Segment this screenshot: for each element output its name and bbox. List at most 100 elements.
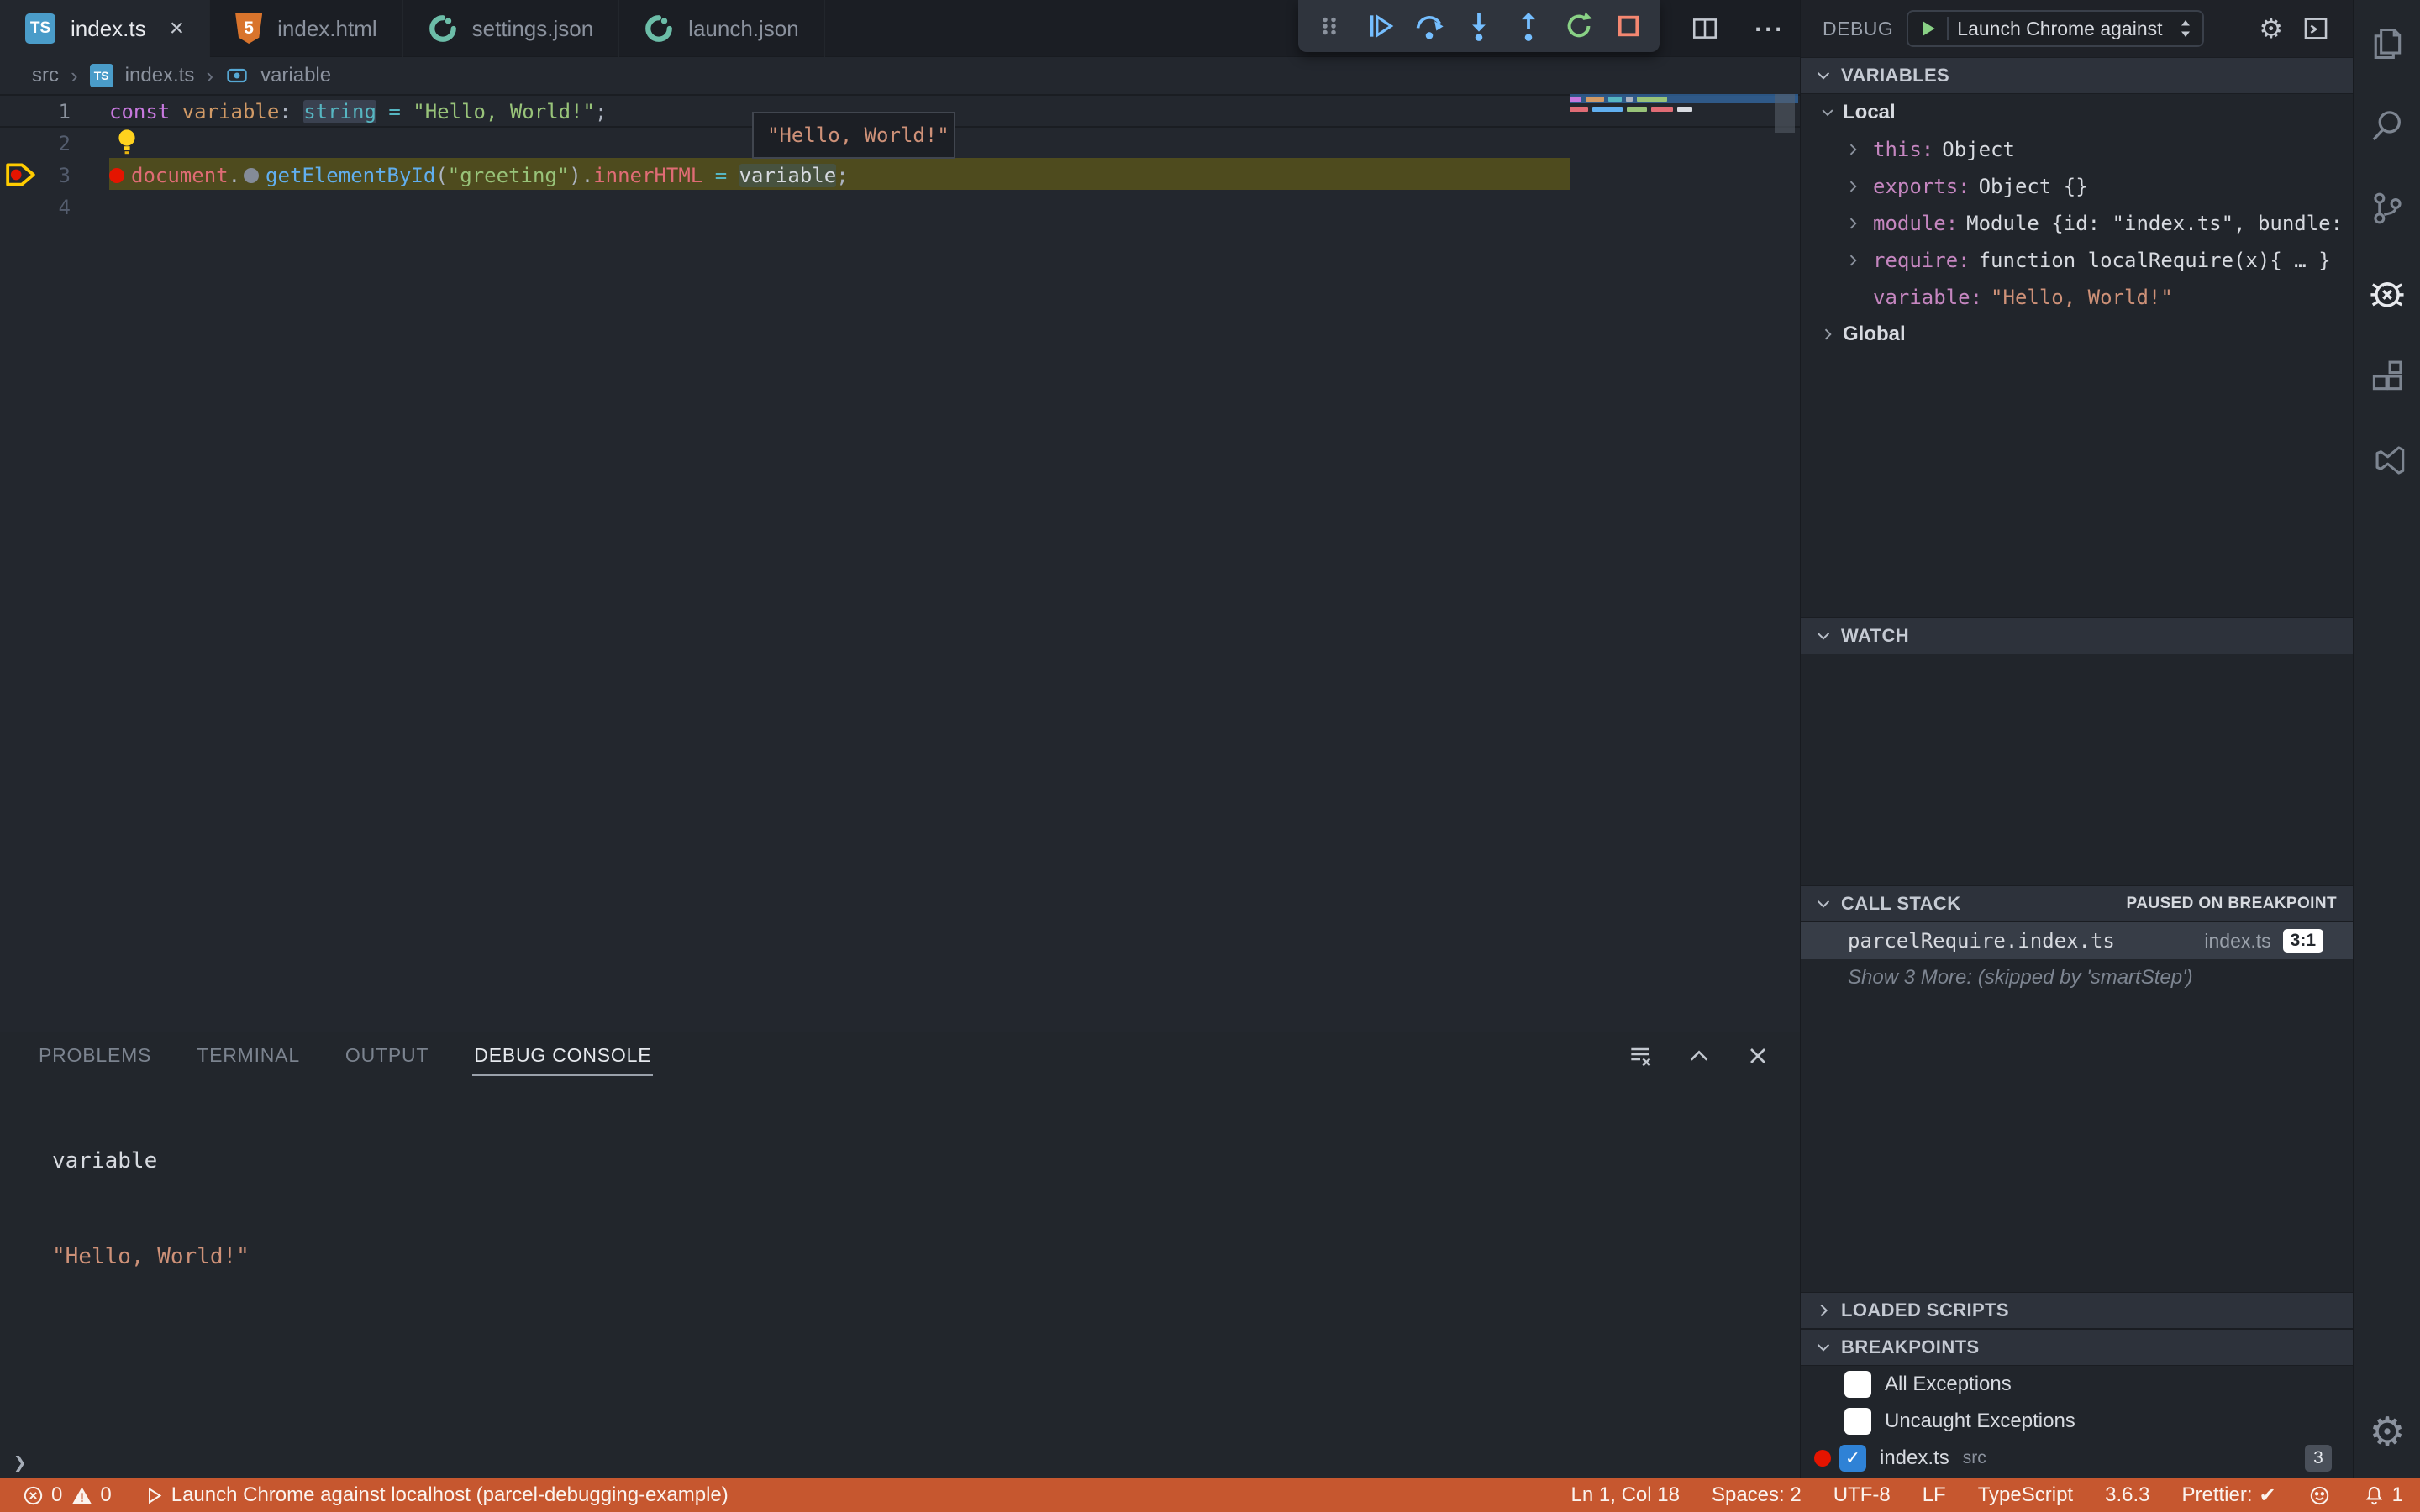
variable-value: "Hello, World!" [1991, 286, 2173, 309]
section-title: WATCH [1841, 625, 1910, 646]
stack-frame[interactable]: parcelRequire.index.ts index.ts 3:1 [1801, 922, 2354, 959]
step-over-button[interactable] [1411, 8, 1448, 45]
explorer-icon[interactable] [2354, 3, 2420, 84]
notifications-bell[interactable]: 1 [2363, 1483, 2403, 1507]
warnings-status[interactable]: 0 [71, 1483, 112, 1507]
breakpoint-uncaught-exceptions[interactable]: Uncaught Exceptions [1801, 1403, 2354, 1440]
breadcrumb-file[interactable]: index.ts [125, 64, 195, 87]
typescript-version[interactable]: 3.6.3 [2105, 1483, 2149, 1507]
inline-breakpoint-icon[interactable] [109, 168, 124, 183]
visual-studio-extension-icon[interactable] [2354, 420, 2420, 501]
formatter-status[interactable]: Prettier: ✔ [2182, 1483, 2276, 1508]
debug-settings-gear-icon[interactable]: ⚙ [2259, 13, 2283, 45]
type-token-highlighted: string [303, 100, 376, 123]
source-control-icon[interactable] [2354, 168, 2420, 249]
activity-bar: ⚙ [2353, 0, 2420, 1478]
variable-value: Object [1942, 138, 2015, 161]
lightbulb-icon[interactable] [114, 128, 139, 158]
editor-scrollbar[interactable] [1775, 94, 1795, 133]
tab-label: index.ts [71, 15, 146, 41]
launch-configuration-dropdown[interactable]: Launch Chrome against local [1907, 10, 2205, 47]
checkbox-unchecked[interactable] [1844, 1371, 1871, 1398]
variable-variable[interactable]: variable: "Hello, World!" [1801, 279, 2354, 316]
drag-handle-icon[interactable] [1311, 8, 1348, 45]
minimap[interactable] [1570, 96, 1770, 146]
call-stack-section-header[interactable]: CALL STACK PAUSED ON BREAKPOINT [1801, 885, 2354, 922]
scope-local[interactable]: Local [1801, 94, 2354, 131]
extensions-icon[interactable] [2354, 336, 2420, 417]
bottom-panel: PROBLEMS TERMINAL OUTPUT DEBUG CONSOLE v… [0, 1032, 1800, 1478]
loaded-scripts-section-header[interactable]: LOADED SCRIPTS [1801, 1292, 2354, 1329]
breakpoint-index-ts[interactable]: ✓ index.ts src 3 [1801, 1440, 2354, 1477]
encoding[interactable]: UTF-8 [1833, 1483, 1891, 1507]
string-token: "greeting" [447, 164, 570, 187]
tab-label: launch.json [688, 15, 799, 41]
chevron-right-icon [1849, 218, 1857, 229]
breakpoint-all-exceptions[interactable]: All Exceptions [1801, 1366, 2354, 1403]
launch-status[interactable]: Launch Chrome against localhost (parcel-… [142, 1483, 729, 1507]
variable-token: variable [182, 100, 280, 123]
chevron-down-icon [1817, 633, 1830, 640]
step-out-button[interactable] [1510, 8, 1547, 45]
tab-index-ts[interactable]: TS index.ts × [0, 0, 211, 57]
split-editor-icon[interactable] [1691, 14, 1719, 43]
eol[interactable]: LF [1923, 1483, 1946, 1507]
inline-breakpoint-candidate-icon[interactable] [244, 168, 260, 183]
tab-debug-console[interactable]: DEBUG CONSOLE [472, 1036, 654, 1076]
tab-terminal[interactable]: TERMINAL [195, 1036, 302, 1076]
step-into-button[interactable] [1460, 8, 1497, 45]
html-file-icon: 5 [235, 13, 263, 44]
variables-section-header[interactable]: VARIABLES [1801, 57, 2354, 94]
tab-output[interactable]: OUTPUT [344, 1036, 430, 1076]
errors-status[interactable]: 0 [22, 1483, 62, 1507]
tab-index-html[interactable]: 5 index.html [210, 0, 403, 57]
checkbox-unchecked[interactable] [1844, 1408, 1871, 1435]
manage-gear-icon[interactable]: ⚙ [2354, 1394, 2420, 1470]
debug-hover-tooltip: "Hello, World!" [752, 112, 955, 159]
symbol-variable-icon [227, 68, 247, 83]
maximize-panel-icon[interactable] [1686, 1042, 1712, 1069]
chevron-right-icon: › [71, 62, 78, 88]
chevron-right-icon [1820, 1304, 1828, 1317]
chevron-down-icon [1817, 1344, 1830, 1352]
indentation[interactable]: Spaces: 2 [1712, 1483, 1802, 1507]
breadcrumb-symbol[interactable]: variable [260, 64, 331, 87]
cursor-position[interactable]: Ln 1, Col 18 [1571, 1483, 1680, 1507]
variable-exports[interactable]: exports: Object {} [1801, 168, 2354, 205]
tab-settings-json[interactable]: settings.json [403, 0, 620, 57]
variable-require[interactable]: require: function localRequire(x){ … } [1801, 242, 2354, 279]
stop-button[interactable] [1610, 8, 1647, 45]
breakpoints-section-header[interactable]: BREAKPOINTS [1801, 1329, 2354, 1366]
run-and-debug-icon[interactable] [2354, 252, 2420, 333]
scope-global[interactable]: Global [1801, 316, 2354, 353]
debug-sidebar: DEBUG Launch Chrome against local ⚙ VARI… [1800, 0, 2354, 1478]
tab-launch-json[interactable]: launch.json [619, 0, 825, 57]
breadcrumb-folder[interactable]: src [32, 64, 59, 87]
function-token: getElementById [266, 164, 436, 187]
paused-breakpoint-icon[interactable] [5, 161, 37, 188]
code-line-3: document. getElementById("greeting").inne… [109, 160, 849, 192]
close-icon[interactable]: × [170, 16, 185, 41]
language-mode[interactable]: TypeScript [1978, 1483, 2073, 1507]
feedback-smiley-icon[interactable] [2308, 1484, 2331, 1507]
tab-problems[interactable]: PROBLEMS [37, 1036, 153, 1076]
clear-console-icon[interactable] [1627, 1042, 1654, 1069]
typescript-file-icon: TS [25, 13, 55, 44]
code-editor[interactable]: 1 2 3 4 const variable: string = "Hello,… [0, 94, 1800, 1032]
variable-this[interactable]: this: Object [1801, 131, 2354, 168]
close-panel-icon[interactable] [1744, 1042, 1771, 1069]
search-icon[interactable] [2354, 86, 2420, 166]
show-more-frames[interactable]: Show 3 More: (skipped by 'smartStep') [1848, 959, 2318, 996]
console-result[interactable]: "Hello, World!" [52, 1241, 250, 1273]
restart-button[interactable] [1560, 8, 1597, 45]
console-input-prompt[interactable]: ❯ [13, 1451, 27, 1476]
more-actions-icon[interactable]: ⋯ [1753, 13, 1783, 44]
variable-value: function localRequire(x){ … } [1978, 249, 2331, 272]
watch-section-header[interactable]: WATCH [1801, 617, 2354, 654]
checkbox-checked[interactable]: ✓ [1839, 1445, 1866, 1472]
start-debug-icon[interactable] [1917, 18, 1939, 39]
console-expression[interactable]: variable [52, 1145, 250, 1177]
variable-module[interactable]: module: Module {id: "index.ts", bundle: … [1801, 205, 2354, 242]
open-debug-console-icon[interactable] [2302, 14, 2330, 43]
continue-button[interactable] [1361, 8, 1398, 45]
